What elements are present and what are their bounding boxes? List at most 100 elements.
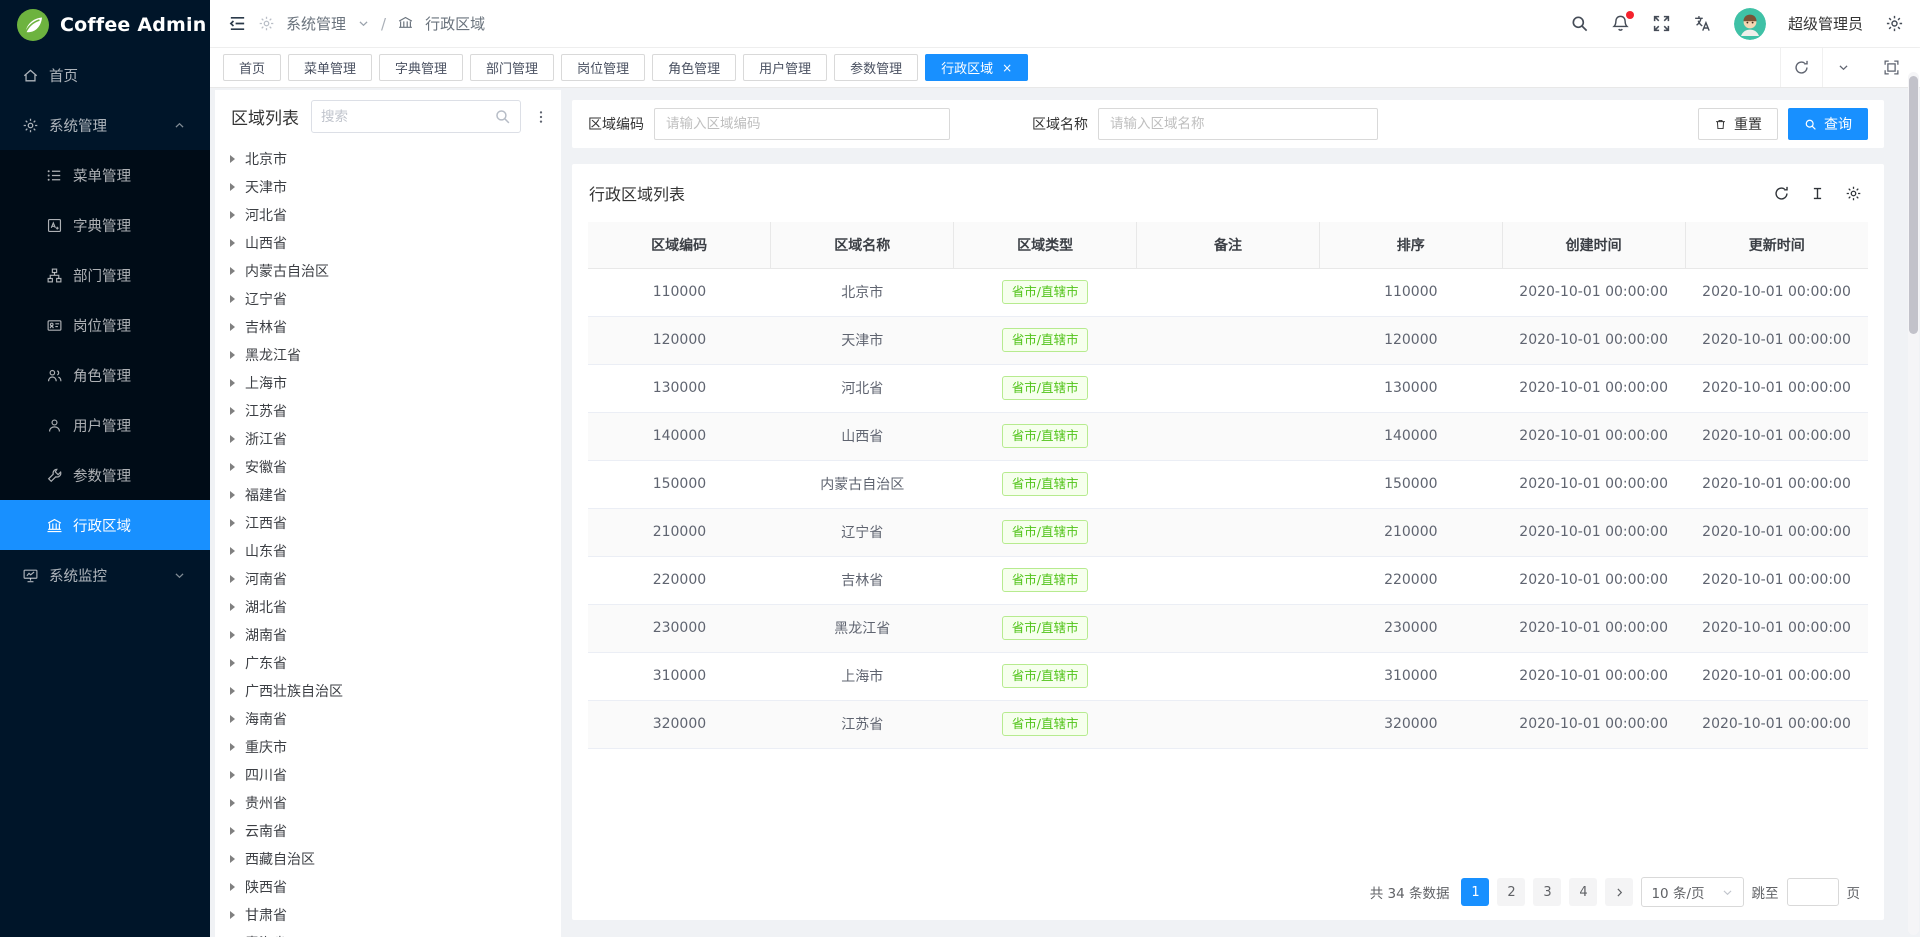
settings-gear-icon[interactable] bbox=[1885, 14, 1904, 33]
tree-item-20[interactable]: 海南省 bbox=[215, 705, 561, 733]
tree-search-input[interactable] bbox=[321, 109, 494, 125]
reset-button[interactable]: 重置 bbox=[1698, 108, 1778, 140]
tree-item-10[interactable]: 浙江省 bbox=[215, 425, 561, 453]
tree-item-13[interactable]: 江西省 bbox=[215, 509, 561, 537]
tree-item-28[interactable]: 青海省 bbox=[215, 929, 561, 937]
caret-right-icon[interactable] bbox=[230, 407, 235, 415]
tree-item-25[interactable]: 西藏自治区 bbox=[215, 845, 561, 873]
tab-0[interactable]: 首页 bbox=[223, 54, 281, 81]
sidebar-item-dict[interactable]: 字典管理 bbox=[0, 200, 210, 250]
translate-icon[interactable] bbox=[1693, 14, 1712, 33]
sidebar-collapse-icon[interactable] bbox=[228, 14, 247, 33]
tree-item-8[interactable]: 上海市 bbox=[215, 369, 561, 397]
tab-7[interactable]: 参数管理 bbox=[834, 54, 918, 81]
sidebar-item-user[interactable]: 用户管理 bbox=[0, 400, 210, 450]
tab-5[interactable]: 角色管理 bbox=[652, 54, 736, 81]
caret-right-icon[interactable] bbox=[230, 267, 235, 275]
caret-right-icon[interactable] bbox=[230, 575, 235, 583]
caret-right-icon[interactable] bbox=[230, 631, 235, 639]
caret-right-icon[interactable] bbox=[230, 743, 235, 751]
caret-right-icon[interactable] bbox=[230, 519, 235, 527]
table-row-4[interactable]: 150000内蒙古自治区省市/直辖市1500002020-10-01 00:00… bbox=[588, 460, 1868, 508]
tree-item-6[interactable]: 吉林省 bbox=[215, 313, 561, 341]
tree-item-0[interactable]: 北京市 bbox=[215, 145, 561, 173]
caret-right-icon[interactable] bbox=[230, 463, 235, 471]
table-row-5[interactable]: 210000辽宁省省市/直辖市2100002020-10-01 00:00:00… bbox=[588, 508, 1868, 556]
tree-item-22[interactable]: 四川省 bbox=[215, 761, 561, 789]
table-row-1[interactable]: 120000天津市省市/直辖市1200002020-10-01 00:00:00… bbox=[588, 316, 1868, 364]
caret-right-icon[interactable] bbox=[230, 799, 235, 807]
caret-right-icon[interactable] bbox=[230, 183, 235, 191]
sidebar-item-monitor[interactable]: 系统监控 bbox=[0, 550, 210, 600]
sidebar-item-system[interactable]: 系统管理 bbox=[0, 100, 210, 150]
tab-6[interactable]: 用户管理 bbox=[743, 54, 827, 81]
tree-more-icon[interactable] bbox=[533, 109, 549, 125]
tree-item-2[interactable]: 河北省 bbox=[215, 201, 561, 229]
tab-1[interactable]: 菜单管理 bbox=[288, 54, 372, 81]
caret-right-icon[interactable] bbox=[230, 603, 235, 611]
tree-item-11[interactable]: 安徽省 bbox=[215, 453, 561, 481]
tab-options-button[interactable] bbox=[1822, 48, 1864, 87]
tree-item-14[interactable]: 山东省 bbox=[215, 537, 561, 565]
tree-item-16[interactable]: 湖北省 bbox=[215, 593, 561, 621]
search-button[interactable]: 查询 bbox=[1788, 108, 1868, 140]
page-button-2[interactable]: 2 bbox=[1497, 878, 1525, 906]
sidebar-item-post[interactable]: 岗位管理 bbox=[0, 300, 210, 350]
tab-close-icon[interactable]: × bbox=[1002, 62, 1012, 74]
caret-right-icon[interactable] bbox=[230, 715, 235, 723]
tree-item-12[interactable]: 福建省 bbox=[215, 481, 561, 509]
table-row-2[interactable]: 130000河北省省市/直辖市1300002020-10-01 00:00:00… bbox=[588, 364, 1868, 412]
app-logo[interactable]: Coffee Admin bbox=[0, 0, 210, 50]
sidebar-item-home[interactable]: 首页 bbox=[0, 50, 210, 100]
code-field[interactable] bbox=[654, 108, 950, 140]
tree-item-5[interactable]: 辽宁省 bbox=[215, 285, 561, 313]
caret-right-icon[interactable] bbox=[230, 379, 235, 387]
table-row-7[interactable]: 230000黑龙江省省市/直辖市2300002020-10-01 00:00:0… bbox=[588, 604, 1868, 652]
tab-3[interactable]: 部门管理 bbox=[470, 54, 554, 81]
tree-item-26[interactable]: 陕西省 bbox=[215, 873, 561, 901]
page-size-select[interactable]: 10 条/页 bbox=[1641, 877, 1743, 907]
tree-item-19[interactable]: 广西壮族自治区 bbox=[215, 677, 561, 705]
user-name[interactable]: 超级管理员 bbox=[1788, 13, 1863, 34]
caret-right-icon[interactable] bbox=[230, 295, 235, 303]
sidebar-item-region[interactable]: 行政区域 bbox=[0, 500, 210, 550]
row-height-icon[interactable] bbox=[1809, 185, 1826, 202]
tree-item-4[interactable]: 内蒙古自治区 bbox=[215, 257, 561, 285]
refresh-tab-button[interactable] bbox=[1780, 48, 1822, 87]
sidebar-item-dept[interactable]: 部门管理 bbox=[0, 250, 210, 300]
caret-right-icon[interactable] bbox=[230, 883, 235, 891]
caret-right-icon[interactable] bbox=[230, 911, 235, 919]
tree-item-3[interactable]: 山西省 bbox=[215, 229, 561, 257]
tree-item-18[interactable]: 广东省 bbox=[215, 649, 561, 677]
page-button-4[interactable]: 4 bbox=[1569, 878, 1597, 906]
caret-right-icon[interactable] bbox=[230, 855, 235, 863]
sidebar-item-role[interactable]: 角色管理 bbox=[0, 350, 210, 400]
sidebar-item-param[interactable]: 参数管理 bbox=[0, 450, 210, 500]
table-row-8[interactable]: 310000上海市省市/直辖市3100002020-10-01 00:00:00… bbox=[588, 652, 1868, 700]
tab-4[interactable]: 岗位管理 bbox=[561, 54, 645, 81]
notifications-button[interactable] bbox=[1611, 14, 1630, 33]
caret-right-icon[interactable] bbox=[230, 771, 235, 779]
name-field[interactable] bbox=[1098, 108, 1378, 140]
caret-right-icon[interactable] bbox=[230, 435, 235, 443]
refresh-icon[interactable] bbox=[1773, 185, 1790, 202]
tab-8[interactable]: 行政区域× bbox=[925, 54, 1028, 81]
content-fullscreen-button[interactable] bbox=[1876, 48, 1906, 87]
column-settings-gear-icon[interactable] bbox=[1845, 185, 1862, 202]
page-button-1[interactable]: 1 bbox=[1461, 878, 1489, 906]
caret-right-icon[interactable] bbox=[230, 687, 235, 695]
caret-right-icon[interactable] bbox=[230, 827, 235, 835]
search-icon[interactable] bbox=[494, 108, 511, 125]
caret-right-icon[interactable] bbox=[230, 239, 235, 247]
table-row-3[interactable]: 140000山西省省市/直辖市1400002020-10-01 00:00:00… bbox=[588, 412, 1868, 460]
sidebar-item-menu[interactable]: 菜单管理 bbox=[0, 150, 210, 200]
tree-item-17[interactable]: 湖南省 bbox=[215, 621, 561, 649]
caret-right-icon[interactable] bbox=[230, 323, 235, 331]
tree-item-1[interactable]: 天津市 bbox=[215, 173, 561, 201]
scrollbar-thumb[interactable] bbox=[1909, 76, 1918, 334]
tree-item-21[interactable]: 重庆市 bbox=[215, 733, 561, 761]
caret-right-icon[interactable] bbox=[230, 155, 235, 163]
avatar[interactable] bbox=[1734, 8, 1766, 40]
jump-page-input[interactable] bbox=[1787, 878, 1839, 906]
fullscreen-icon[interactable] bbox=[1652, 14, 1671, 33]
